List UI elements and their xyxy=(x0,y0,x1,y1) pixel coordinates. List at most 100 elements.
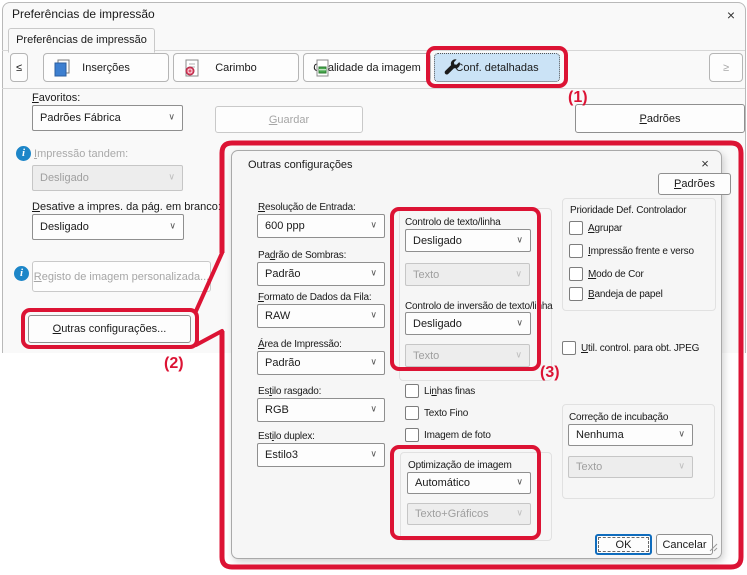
checkbox-label: Linhas finas xyxy=(424,385,475,397)
save-button[interactable]: Guardar xyxy=(215,106,363,133)
color-mode-checkbox[interactable] xyxy=(569,267,583,281)
checkbox-label: Agrupar xyxy=(588,222,623,234)
toolbar-button-label: Inserções xyxy=(82,61,130,74)
chevron-down-icon: ∨ xyxy=(168,171,175,182)
checkbox-label: Impressão frente e verso xyxy=(588,245,694,257)
field-value: Nenhuma xyxy=(576,429,624,441)
halftone-correction-sub-dropdown: Texto ∨ xyxy=(568,456,693,478)
chevron-down-icon: ∨ xyxy=(515,349,522,360)
rip-style-dropdown[interactable]: RGB ∨ xyxy=(257,398,385,422)
text-line-invert-label: Controlo de inversão de texto/linha xyxy=(405,301,553,312)
chevron-down-icon: ∨ xyxy=(370,448,377,459)
chevron-down-icon: ∨ xyxy=(370,267,377,278)
text-line-control-dropdown[interactable]: Desligado ∨ xyxy=(405,229,531,252)
toolbar-divider xyxy=(2,88,745,89)
cancel-button[interactable]: Cancelar xyxy=(656,534,713,555)
toolbar-scroll-right-button[interactable]: ≥ xyxy=(709,53,743,82)
tandem-dropdown: Desligado ∨ xyxy=(32,165,183,191)
field-label: Estilo rasgado: xyxy=(258,386,322,397)
field-value: Estilo3 xyxy=(265,449,299,461)
fine-lines-checkbox[interactable] xyxy=(405,384,419,398)
checkbox-row: Linhas finas xyxy=(405,384,475,398)
checkbox-label: Modo de Cor xyxy=(588,268,644,280)
window-close-icon[interactable]: × xyxy=(718,4,744,26)
text-line-invert-dropdown[interactable]: Desligado ∨ xyxy=(405,312,531,335)
field-label: Área de Impressão: xyxy=(258,339,342,350)
field-value: RGB xyxy=(265,404,289,416)
field-value: 600 ppp xyxy=(265,220,305,232)
image-optimization-dropdown[interactable]: Automático ∨ xyxy=(407,472,531,494)
toolbar-button-qualidade-da-imagem[interactable]: Qualidade da imagem xyxy=(303,53,431,82)
fine-text-checkbox[interactable] xyxy=(405,406,419,420)
field-label: Estilo duplex: xyxy=(258,431,315,442)
defaults-button-main[interactable]: Padrões xyxy=(575,104,745,133)
stamp-icon xyxy=(182,58,202,81)
custom-image-registration-button[interactable]: Registo de imagem personalizada... xyxy=(32,261,211,292)
field-value: Texto+Gráficos xyxy=(415,508,489,520)
image-optimization-label: Optimização de imagem xyxy=(408,460,512,471)
chevron-down-icon: ∨ xyxy=(169,220,176,231)
toolbar-scroll-left-button[interactable]: ≤ xyxy=(10,53,28,82)
dialog-close-icon[interactable]: × xyxy=(694,154,716,174)
text-line-control-label: Controlo de texto/linha xyxy=(405,217,501,228)
defaults-button-dialog[interactable]: Padrões xyxy=(658,173,731,195)
checkbox-label: Util. control. para obt. JPEG xyxy=(581,342,700,354)
checkbox-label: Bandeja de papel xyxy=(588,288,663,300)
input-resolution-dropdown[interactable]: 600 ppp ∨ xyxy=(257,214,385,238)
spool-data-format-dropdown[interactable]: RAW ∨ xyxy=(257,304,385,328)
photo-image-checkbox[interactable] xyxy=(405,428,419,442)
toolbar-button-label: Conf. detalhadas xyxy=(455,61,539,74)
jpeg-driver-checkbox[interactable] xyxy=(562,341,576,355)
text-line-invert-sub-dropdown: Texto ∨ xyxy=(405,344,530,367)
other-settings-dialog: Outras configurações × Padrões Resolução… xyxy=(231,150,731,559)
dialog-title: Outras configurações xyxy=(248,159,353,171)
favorites-dropdown[interactable]: Padrões Fábrica ∨ xyxy=(32,105,183,131)
duplex-checkbox[interactable] xyxy=(569,244,583,258)
wrench-icon xyxy=(443,58,463,81)
collate-checkbox[interactable] xyxy=(569,221,583,235)
chevron-down-icon: ∨ xyxy=(516,234,523,245)
field-value: Desligado xyxy=(413,234,462,247)
field-value: Desligado xyxy=(413,317,462,330)
chevron-down-icon: ∨ xyxy=(370,219,377,230)
blank-page-label: Desative a impres. da pág. em branco: xyxy=(32,201,221,213)
favorites-value: Padrões Fábrica xyxy=(40,112,121,124)
field-value: Padrão xyxy=(265,268,301,280)
blank-page-value: Desligado xyxy=(40,221,89,233)
checkbox-row: Util. control. para obt. JPEG xyxy=(562,341,699,355)
field-label: Padrão de Sombras: xyxy=(258,250,347,261)
field-label: Resolução de Entrada: xyxy=(258,202,356,213)
other-settings-button[interactable]: Outras configurações... xyxy=(28,315,191,343)
info-icon: i xyxy=(14,266,29,281)
chevron-down-icon: ∨ xyxy=(516,507,523,518)
field-value: Texto xyxy=(413,349,440,362)
duplex-style-dropdown[interactable]: Estilo3 ∨ xyxy=(257,443,385,467)
tandem-label: Impressão tandem: xyxy=(34,148,129,160)
halftone-correction-label: Correção de incubação xyxy=(569,412,669,423)
shading-pattern-dropdown[interactable]: Padrão ∨ xyxy=(257,262,385,286)
toolbar-button-insercoes[interactable]: Inserções xyxy=(43,53,169,82)
field-label: Formato de Dados da Fila: xyxy=(258,292,372,303)
window-title: Preferências de impressão xyxy=(12,7,155,21)
image-optimization-sub-dropdown: Texto+Gráficos ∨ xyxy=(407,503,531,525)
halftone-correction-dropdown[interactable]: Nenhuma ∨ xyxy=(568,424,693,446)
toolbar-button-conf-detalhadas[interactable]: Conf. detalhadas xyxy=(434,53,560,82)
checkbox-row: Modo de Cor xyxy=(569,267,644,281)
ok-button[interactable]: OK xyxy=(595,534,652,555)
toolbar-button-carimbo[interactable]: Carimbo xyxy=(173,53,299,82)
field-value: Texto xyxy=(576,461,603,473)
checkbox-row: Agrupar xyxy=(569,221,622,235)
resize-grip-icon[interactable] xyxy=(708,542,718,555)
printable-area-dropdown[interactable]: Padrão ∨ xyxy=(257,351,385,375)
paper-tray-checkbox[interactable] xyxy=(569,287,583,301)
image-quality-icon xyxy=(312,58,332,81)
checkbox-label: Imagem de foto xyxy=(424,429,491,441)
blank-page-dropdown[interactable]: Desligado ∨ xyxy=(32,214,184,240)
field-value: Texto xyxy=(413,268,440,281)
field-value: Automático xyxy=(415,477,471,489)
chevron-down-icon: ∨ xyxy=(678,428,685,439)
favorites-label: Favoritos: xyxy=(32,92,81,104)
checkbox-row: Imagem de foto xyxy=(405,428,491,442)
chevron-down-icon: ∨ xyxy=(370,403,377,414)
tab-print-preferences[interactable]: Preferências de impressão xyxy=(8,28,155,53)
